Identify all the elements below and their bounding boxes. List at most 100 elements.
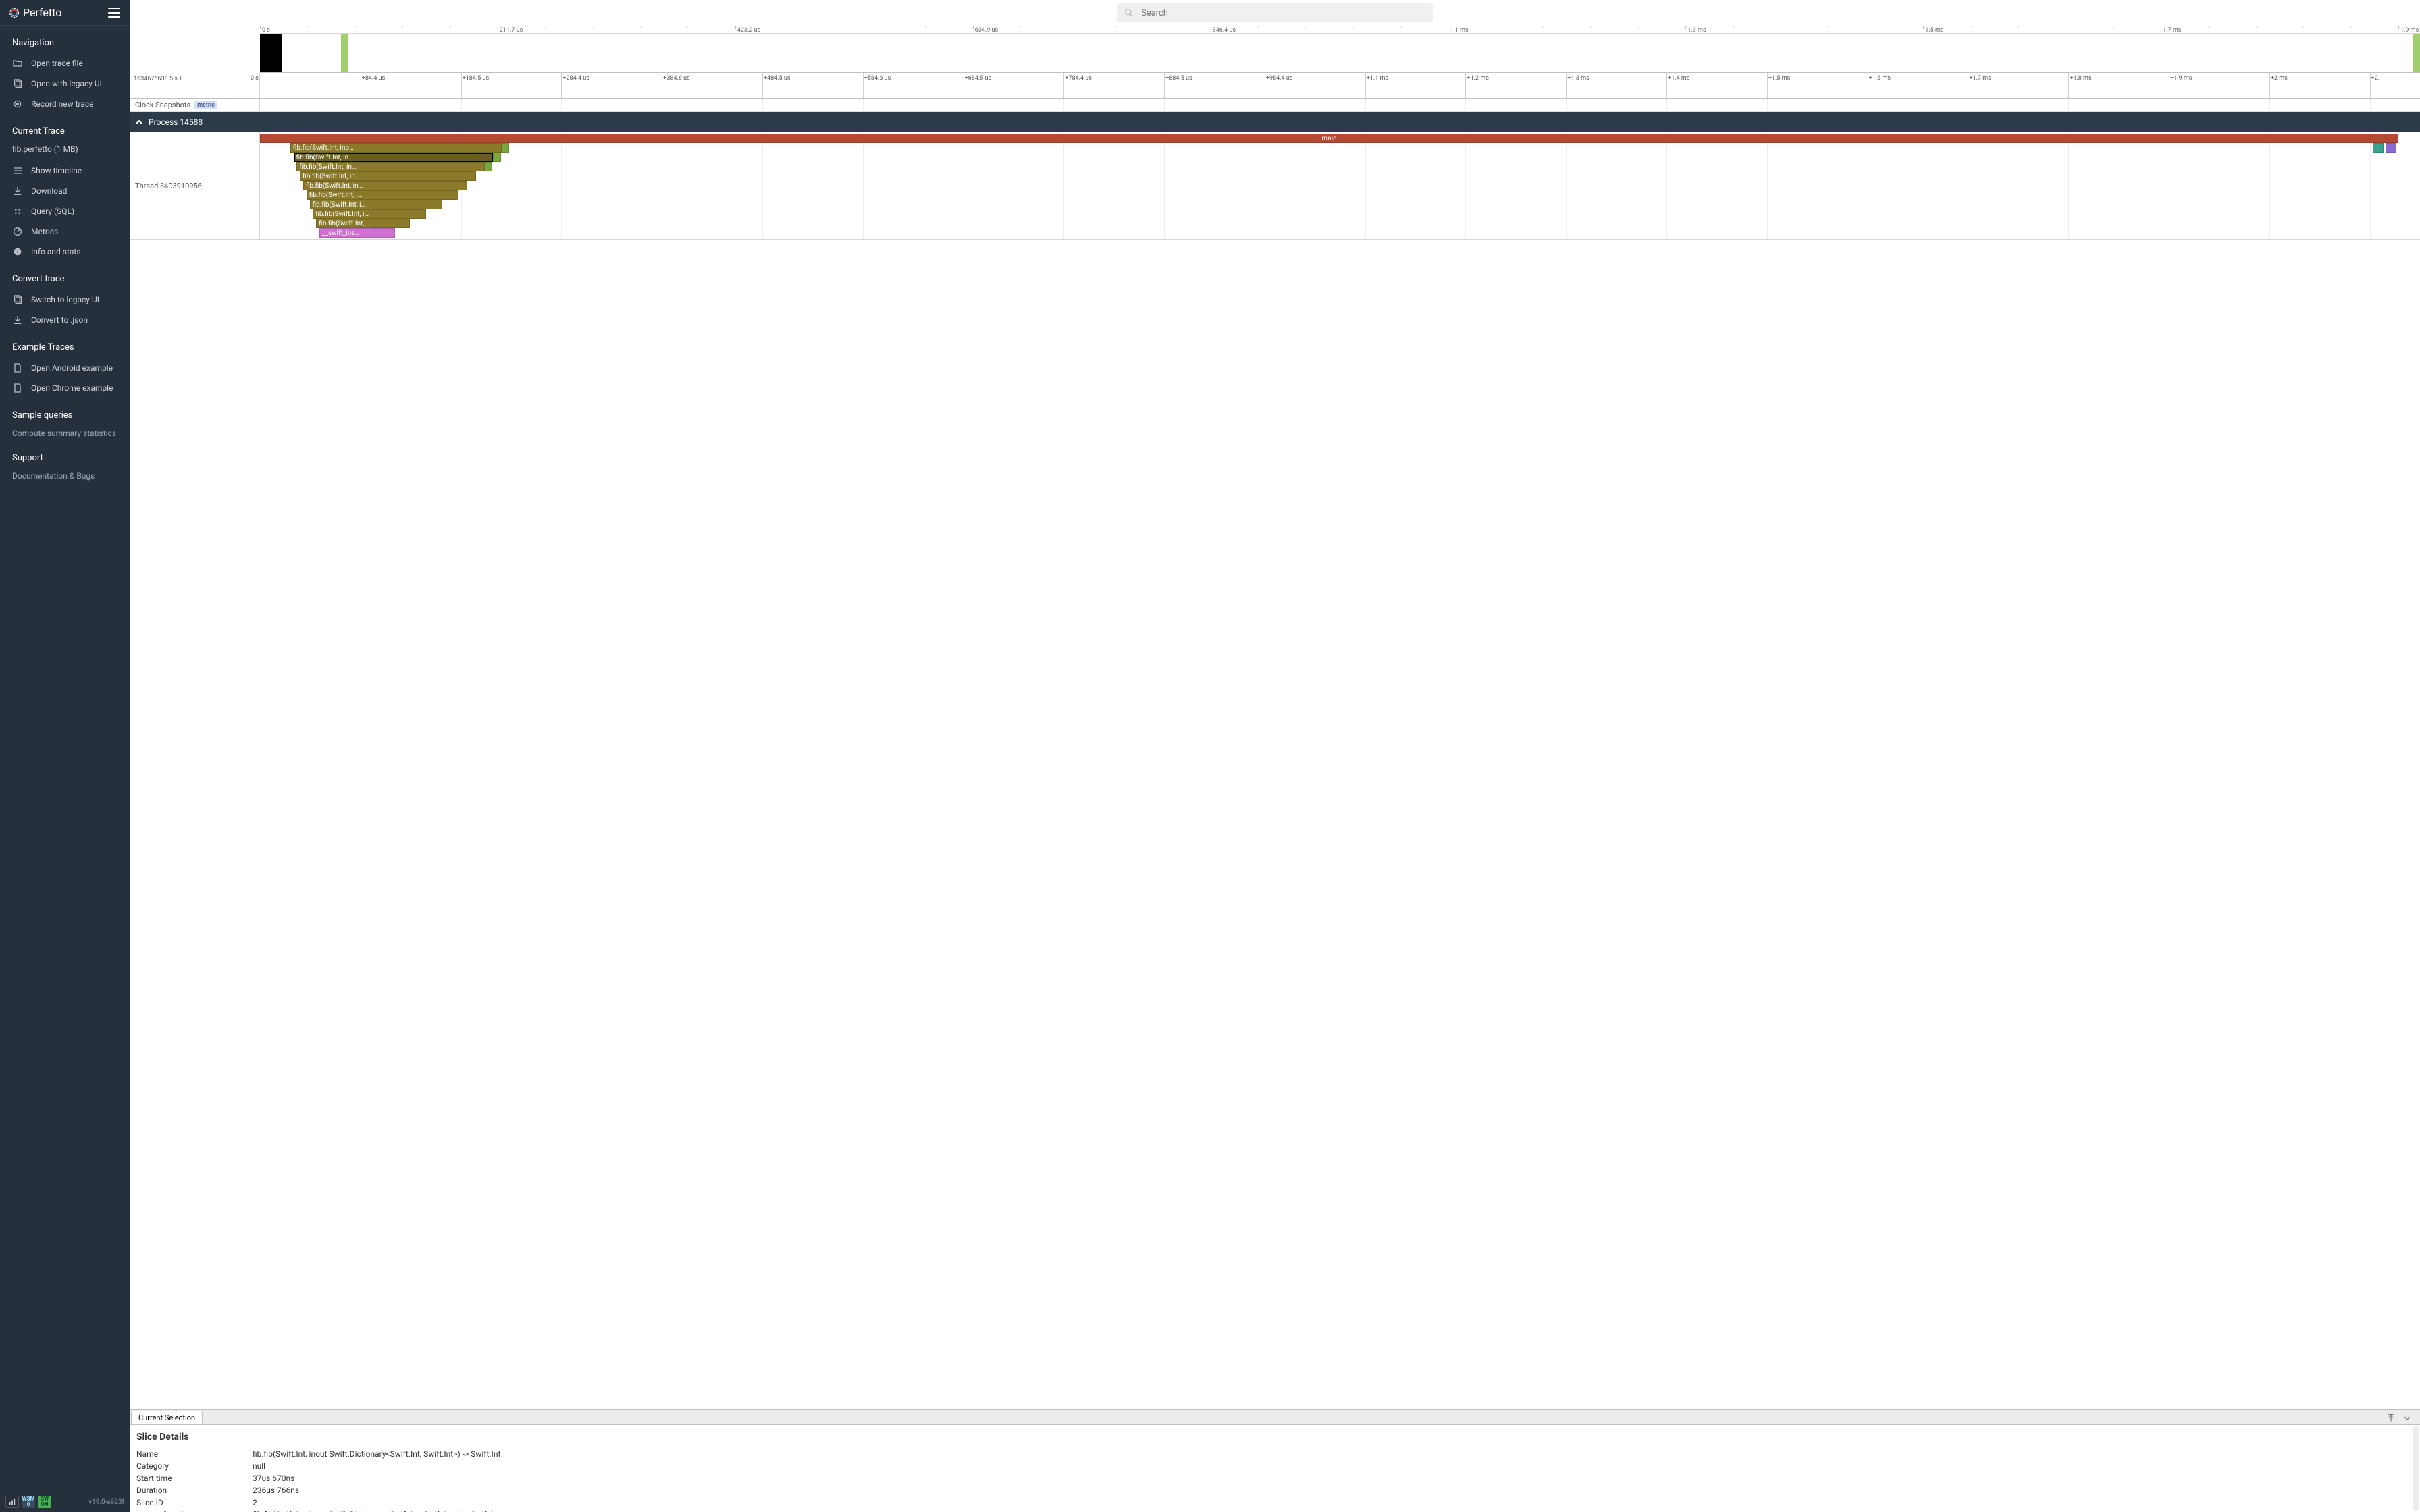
detail-tick-label: +284.4 us xyxy=(562,75,589,82)
slice-fib[interactable]: fib.fib(Swift.Int, i… xyxy=(307,190,459,200)
nav-label: Record new trace xyxy=(31,99,94,109)
sw-badge[interactable]: SWON xyxy=(38,1496,51,1508)
overview-strip[interactable] xyxy=(260,34,2420,73)
slice-fib[interactable]: fib.fib(Swift.Int, i… xyxy=(313,209,426,219)
detail-row: Duration236us 766ns xyxy=(136,1484,2413,1496)
detail-value: null xyxy=(253,1461,2413,1471)
detail-tick-label: +484.5 us xyxy=(764,75,791,82)
doc-icon xyxy=(12,362,23,373)
detail-row: Start time37us 670ns xyxy=(136,1472,2413,1484)
logo-icon xyxy=(9,8,19,18)
detail-tick-label: +1.3 ms xyxy=(1567,75,1589,82)
chevron-down-icon[interactable] xyxy=(2401,1412,2413,1424)
nav-download[interactable]: Download xyxy=(0,181,130,201)
app-logo[interactable]: Perfetto xyxy=(9,6,61,19)
nav-record[interactable]: Record new trace xyxy=(0,94,130,114)
nav-chrome-example[interactable]: Open Chrome example xyxy=(0,378,130,398)
detail-tick-label: +1.2 ms xyxy=(1467,75,1488,82)
detail-value: 37us 670ns xyxy=(253,1474,2413,1483)
slice-small[interactable] xyxy=(2373,143,2384,153)
slice-fib[interactable]: fib.fib(Swift.Int, … xyxy=(316,219,410,228)
search-box[interactable] xyxy=(1117,3,1433,22)
overview-tick-label: 1.3 ms xyxy=(1687,27,1706,34)
detail-tick-label: +684.5 us xyxy=(965,75,992,82)
nav-label: Show timeline xyxy=(31,166,82,176)
nav-metrics[interactable]: Metrics xyxy=(0,221,130,242)
nav-label: Metrics xyxy=(31,227,58,236)
copy-icon xyxy=(12,294,23,305)
slice-edge[interactable] xyxy=(502,143,509,153)
support-docs[interactable]: Documentation & Bugs xyxy=(0,468,130,483)
detail-ruler[interactable]: 1634676638.5 s + 0 s +84.4 us+184.5 us+2… xyxy=(130,73,2420,99)
detail-tick-label: +84.4 us xyxy=(362,75,386,82)
tab-current-selection[interactable]: Current Selection xyxy=(131,1411,203,1424)
nav-label: Open trace file xyxy=(31,59,83,68)
detail-tick-label: +1.6 ms xyxy=(1869,75,1891,82)
clock-track[interactable]: Clock Snapshots metric xyxy=(130,99,2420,112)
thread-label: Thread 3403910956 xyxy=(135,182,202,190)
nav-query-sql[interactable]: Query (SQL) xyxy=(0,201,130,221)
details-title: Slice Details xyxy=(136,1432,2413,1442)
nav-open-legacy[interactable]: Open with legacy UI xyxy=(0,74,130,94)
overview-selection[interactable] xyxy=(260,34,282,72)
detail-tick-label: +384.6 us xyxy=(663,75,690,82)
detail-ruler-left: 1634676638.5 s + xyxy=(130,73,260,98)
clock-track-body[interactable] xyxy=(260,99,2420,111)
slice-fib[interactable]: fib.fib(Swift.Int, in… xyxy=(300,171,476,181)
nav-android-example[interactable]: Open Android example xyxy=(0,358,130,378)
nav-label: Download xyxy=(31,186,67,196)
overview-tick-label: 846.4 us xyxy=(1213,27,1236,34)
detail-tick-label: +2. xyxy=(2371,75,2380,82)
search-input[interactable] xyxy=(1141,8,1426,18)
sidebar-header: Perfetto xyxy=(0,0,130,26)
detail-tick-label: +1.9 ms xyxy=(2170,75,2192,82)
anchor-timestamp: 1634676638.5 s + xyxy=(134,76,255,82)
panel-up-icon[interactable] xyxy=(2385,1412,2397,1424)
sample-query-item[interactable]: Compute summary statistics xyxy=(0,426,130,441)
slice-swift[interactable]: __swift_ins… xyxy=(319,228,395,238)
record-icon xyxy=(12,99,23,109)
stats-badge-icon[interactable] xyxy=(5,1496,19,1508)
detail-tick-label: +2 ms xyxy=(2271,75,2288,82)
slice-fib[interactable]: fib.fib(Swift.Int, in… xyxy=(294,153,494,162)
hamburger-icon[interactable] xyxy=(108,8,120,18)
section-support: Support xyxy=(0,441,130,468)
chevron-up-icon xyxy=(135,118,143,126)
process-row[interactable]: Process 14588 xyxy=(130,112,2420,132)
slice-edge[interactable] xyxy=(485,162,492,171)
slice-edge[interactable] xyxy=(493,153,500,162)
overview-ruler[interactable]: 0 s211.7 us423.2 us634.9 us846.4 us1.1 m… xyxy=(260,26,2420,34)
zero-label: 0 s xyxy=(251,75,259,82)
wsm-badge[interactable]: WSM0 xyxy=(22,1496,35,1508)
detail-tick-label: +1.8 ms xyxy=(2070,75,2091,82)
svg-text:i: i xyxy=(17,249,18,255)
detail-ruler-right[interactable]: 0 s +84.4 us+184.5 us+284.4 us+384.6 us+… xyxy=(260,73,2420,98)
detail-key: Slice ID xyxy=(136,1498,253,1507)
details-scrollbar[interactable] xyxy=(2413,1426,2419,1511)
nav-open-trace[interactable]: Open trace file xyxy=(0,53,130,74)
nav-show-timeline[interactable]: Show timeline xyxy=(0,161,130,181)
overview-tick-label: 1.1 ms xyxy=(1450,27,1468,34)
timeline-icon xyxy=(12,165,23,176)
slice-small[interactable] xyxy=(2386,143,2396,153)
slice-fib[interactable]: fib.fib(Swift.Int, i… xyxy=(310,200,443,209)
slice-main[interactable]: main xyxy=(260,134,2398,143)
query-icon xyxy=(12,206,23,217)
nav-convert-json[interactable]: Convert to .json xyxy=(0,310,130,330)
nav-label: Info and stats xyxy=(31,247,81,256)
nav-info-stats[interactable]: i Info and stats xyxy=(0,242,130,262)
app-name: Perfetto xyxy=(23,6,61,19)
slice-fib[interactable]: fib.fib(Swift.Int, in… xyxy=(303,181,467,190)
slice-fib[interactable]: fib.fib(Swift.Int, ino… xyxy=(290,143,502,153)
detail-tick-label: +884.5 us xyxy=(1165,75,1192,82)
thread-head[interactable]: Thread 3403910956 xyxy=(130,132,260,239)
nav-switch-legacy[interactable]: Switch to legacy UI xyxy=(0,290,130,310)
detail-row: Namefib.fib(Swift.Int, inout Swift.Dicti… xyxy=(136,1448,2413,1460)
slice-fib[interactable]: fib.fib(Swift.Int, in… xyxy=(296,162,484,171)
nav-label: Switch to legacy UI xyxy=(31,295,99,304)
detail-value: fib.fib(Swift.Int, inout Swift.Dictionar… xyxy=(253,1449,2413,1459)
section-examples: Example Traces xyxy=(0,330,130,358)
flame-body[interactable]: mainfib.fib(Swift.Int, ino…fib.fib(Swift… xyxy=(260,132,2420,239)
flame-area: Thread 3403910956 mainfib.fib(Swift.Int,… xyxy=(130,132,2420,240)
detail-tick-label: +1.5 ms xyxy=(1768,75,1790,82)
